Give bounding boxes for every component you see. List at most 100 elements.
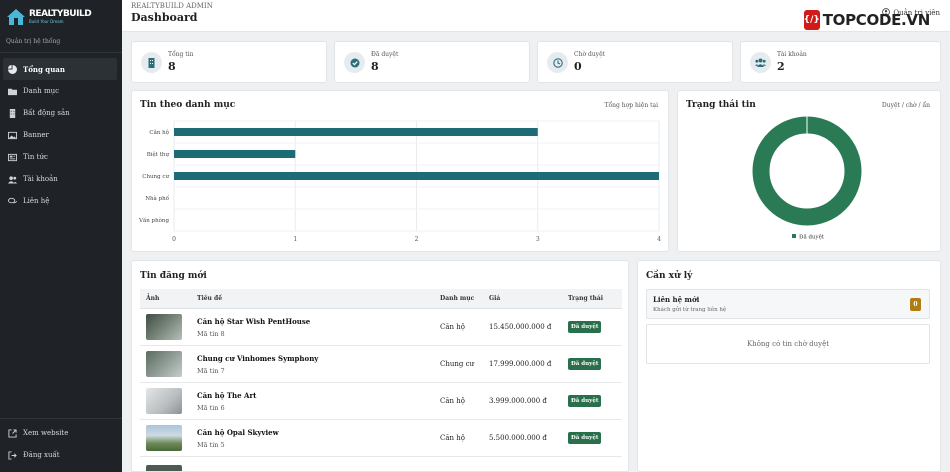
listing-category: Căn hộ bbox=[440, 397, 465, 405]
chat-icon bbox=[8, 197, 17, 206]
listing-thumbnail bbox=[146, 388, 182, 414]
view-website-link[interactable]: Xem website bbox=[3, 422, 117, 444]
listing-code: Mã tin 5 bbox=[197, 440, 225, 449]
status-badge: Đã duyệt bbox=[568, 358, 602, 370]
building-icon bbox=[8, 108, 17, 118]
topcode-watermark-logo: {/} TOPCODE.VN bbox=[804, 10, 930, 30]
stat-value: 2 bbox=[777, 60, 785, 73]
listing-category: Căn hộ bbox=[440, 323, 465, 331]
topbar: REALTYBUILD ADMIN Dashboard Quản trị viê… bbox=[122, 0, 950, 32]
stat-card-accounts: Tài khoản 2 bbox=[740, 41, 941, 83]
recent-listings-table: Ảnh Tiêu đề Danh mục Giá Trạng thái Căn … bbox=[140, 289, 622, 471]
listing-category: Căn hộ bbox=[440, 434, 465, 442]
listing-category: Chung cư bbox=[440, 360, 475, 368]
sidebar-nav: Tổng quan Danh mục Bất động sản Banner T… bbox=[3, 58, 117, 212]
sidebar-item-label: Liên hệ bbox=[23, 197, 50, 205]
realtybuild-logo[interactable]: REALTYBUILD Build Your Dream bbox=[5, 6, 92, 28]
topbar-subtitle: REALTYBUILD ADMIN bbox=[131, 2, 213, 10]
table-header: Ảnh Tiêu đề Danh mục Giá Trạng thái bbox=[140, 289, 622, 309]
listing-thumbnail bbox=[146, 425, 182, 451]
x-tick-label: 2 bbox=[415, 236, 419, 243]
contact-count-badge: 0 bbox=[910, 298, 921, 311]
sidebar-item-label: Tin tức bbox=[23, 153, 48, 161]
column-header: Danh mục bbox=[440, 295, 475, 302]
legend-swatch bbox=[792, 234, 796, 238]
sidebar-caption: Quản trị hệ thống bbox=[6, 38, 61, 45]
stat-value: 0 bbox=[574, 60, 582, 73]
listing-code: Mã tin 7 bbox=[197, 366, 225, 375]
new-contacts-title: Liên hệ mới bbox=[653, 295, 700, 304]
table-row[interactable]: Căn hộ The Art Mã tin 6 Căn hộ 3.999.000.… bbox=[140, 383, 622, 420]
sidebar-item-label: Tổng quan bbox=[23, 64, 65, 74]
y-tick-label: Căn hộ bbox=[149, 129, 169, 136]
building-icon bbox=[141, 52, 162, 73]
status-badge: Đã duyệt bbox=[568, 321, 602, 333]
topcode-logo-icon: {/} bbox=[804, 10, 820, 30]
stat-value: 8 bbox=[168, 60, 176, 73]
x-tick-label: 1 bbox=[293, 236, 297, 243]
category-chart-card: Tin theo danh mục Tổng hợp hiện tại 0123… bbox=[131, 90, 669, 252]
sidebar-item-tin-tuc[interactable]: Tin tức bbox=[3, 146, 117, 168]
stat-value: 8 bbox=[371, 60, 379, 73]
x-tick-label: 4 bbox=[657, 236, 661, 243]
sidebar-bottom: Xem website Đăng xuất bbox=[3, 422, 117, 466]
legend-label: Đã duyệt bbox=[799, 234, 825, 241]
listing-title: Căn hộ Opal Skyview bbox=[197, 427, 279, 437]
pending-title: Cần xử lý bbox=[646, 271, 693, 281]
logo-text: REALTYBUILD bbox=[29, 9, 92, 19]
stat-card-approved: Đã duyệt 8 bbox=[334, 41, 530, 83]
empty-state-text: Không có tin chờ duyệt bbox=[746, 340, 830, 348]
recent-listings-title: Tin đăng mới bbox=[140, 271, 207, 281]
sidebar-item-label: Danh mục bbox=[23, 87, 60, 95]
logo-subtext: Build Your Dream bbox=[29, 19, 64, 24]
doughnut-slice bbox=[752, 116, 862, 226]
table-row[interactable]: Căn hộ Opal Skyview Mã tin 5 Căn hộ 5.500… bbox=[140, 420, 622, 457]
bar bbox=[174, 172, 659, 180]
listing-title: Căn hộ The Art bbox=[197, 390, 257, 400]
y-tick-label: Chung cư bbox=[142, 174, 169, 180]
new-contacts-item[interactable]: Liên hệ mới Khách gửi từ trang liên hệ 0 bbox=[646, 289, 930, 319]
listing-title: Chung cư Vinhomes Symphony bbox=[197, 353, 319, 363]
sidebar-item-tai-khoan[interactable]: Tài khoản bbox=[3, 168, 117, 190]
stat-card-total: Tổng tin 8 bbox=[131, 41, 327, 83]
category-bar-chart: 0 1 2 3 4 Căn hộ Biệt thự Chung cư Nhà phố Văn ph… bbox=[138, 120, 661, 243]
users-icon bbox=[8, 175, 17, 184]
table-row[interactable]: Chung cư Vinhomes Symphony Mã tin 7 Chung… bbox=[140, 346, 622, 383]
pending-card: Cần xử lý Liên hệ mới Khách gửi từ trang… bbox=[637, 260, 941, 472]
sidebar-item-label: Bất động sản bbox=[23, 109, 70, 117]
stat-label: Tài khoản bbox=[777, 51, 807, 58]
image-icon bbox=[8, 131, 17, 140]
stat-label: Tổng tin bbox=[168, 51, 194, 58]
sidebar: REALTYBUILD Build Your Dream Quản trị hệ… bbox=[0, 0, 122, 472]
listing-price: 15.450.000.000 đ bbox=[489, 323, 552, 331]
table-row[interactable]: Căn hộ Star Wish PentHouse Mã tin 8 Căn h… bbox=[140, 309, 622, 346]
clock-icon bbox=[547, 52, 568, 73]
sidebar-item-label: Banner bbox=[23, 131, 49, 139]
column-header: Trạng thái bbox=[568, 295, 604, 302]
logout-link[interactable]: Đăng xuất bbox=[3, 444, 117, 466]
listing-price: 3.999.000.000 đ bbox=[489, 397, 547, 405]
sidebar-divider bbox=[0, 52, 122, 53]
listing-price: 17.999.000.000 đ bbox=[489, 360, 552, 368]
listing-thumbnail bbox=[146, 314, 182, 340]
status-chart-card: Trạng thái tin Duyệt / chờ / ẩn Đã duyệt bbox=[677, 90, 941, 252]
recent-listings-card: Tin đăng mới Ảnh Tiêu đề Danh mục Giá Tr… bbox=[131, 260, 629, 472]
listing-price: 5.500.000.000 đ bbox=[489, 434, 547, 442]
sidebar-item-banner[interactable]: Banner bbox=[3, 124, 117, 146]
page-title: Dashboard bbox=[131, 11, 198, 24]
listing-code: Mã tin 8 bbox=[197, 329, 225, 338]
stat-card-pending: Chờ duyệt 0 bbox=[537, 41, 733, 83]
y-tick-label: Biệt thự bbox=[147, 151, 170, 158]
sidebar-item-lien-he[interactable]: Liên hệ bbox=[3, 190, 117, 212]
pie-chart-icon bbox=[8, 64, 17, 74]
listing-code: Mã tin 6 bbox=[197, 403, 225, 412]
sidebar-item-tong-quan[interactable]: Tổng quan bbox=[3, 58, 117, 80]
sidebar-item-bat-dong-san[interactable]: Bất động sản bbox=[3, 102, 117, 124]
stat-label: Đã duyệt bbox=[371, 51, 399, 58]
logout-icon bbox=[8, 450, 17, 460]
sidebar-item-danh-muc[interactable]: Danh mục bbox=[3, 80, 117, 102]
newspaper-icon bbox=[8, 153, 17, 162]
column-header: Tiêu đề bbox=[197, 295, 223, 302]
new-contacts-subtitle: Khách gửi từ trang liên hệ bbox=[653, 307, 727, 313]
y-tick-label: Nhà phố bbox=[145, 195, 169, 202]
